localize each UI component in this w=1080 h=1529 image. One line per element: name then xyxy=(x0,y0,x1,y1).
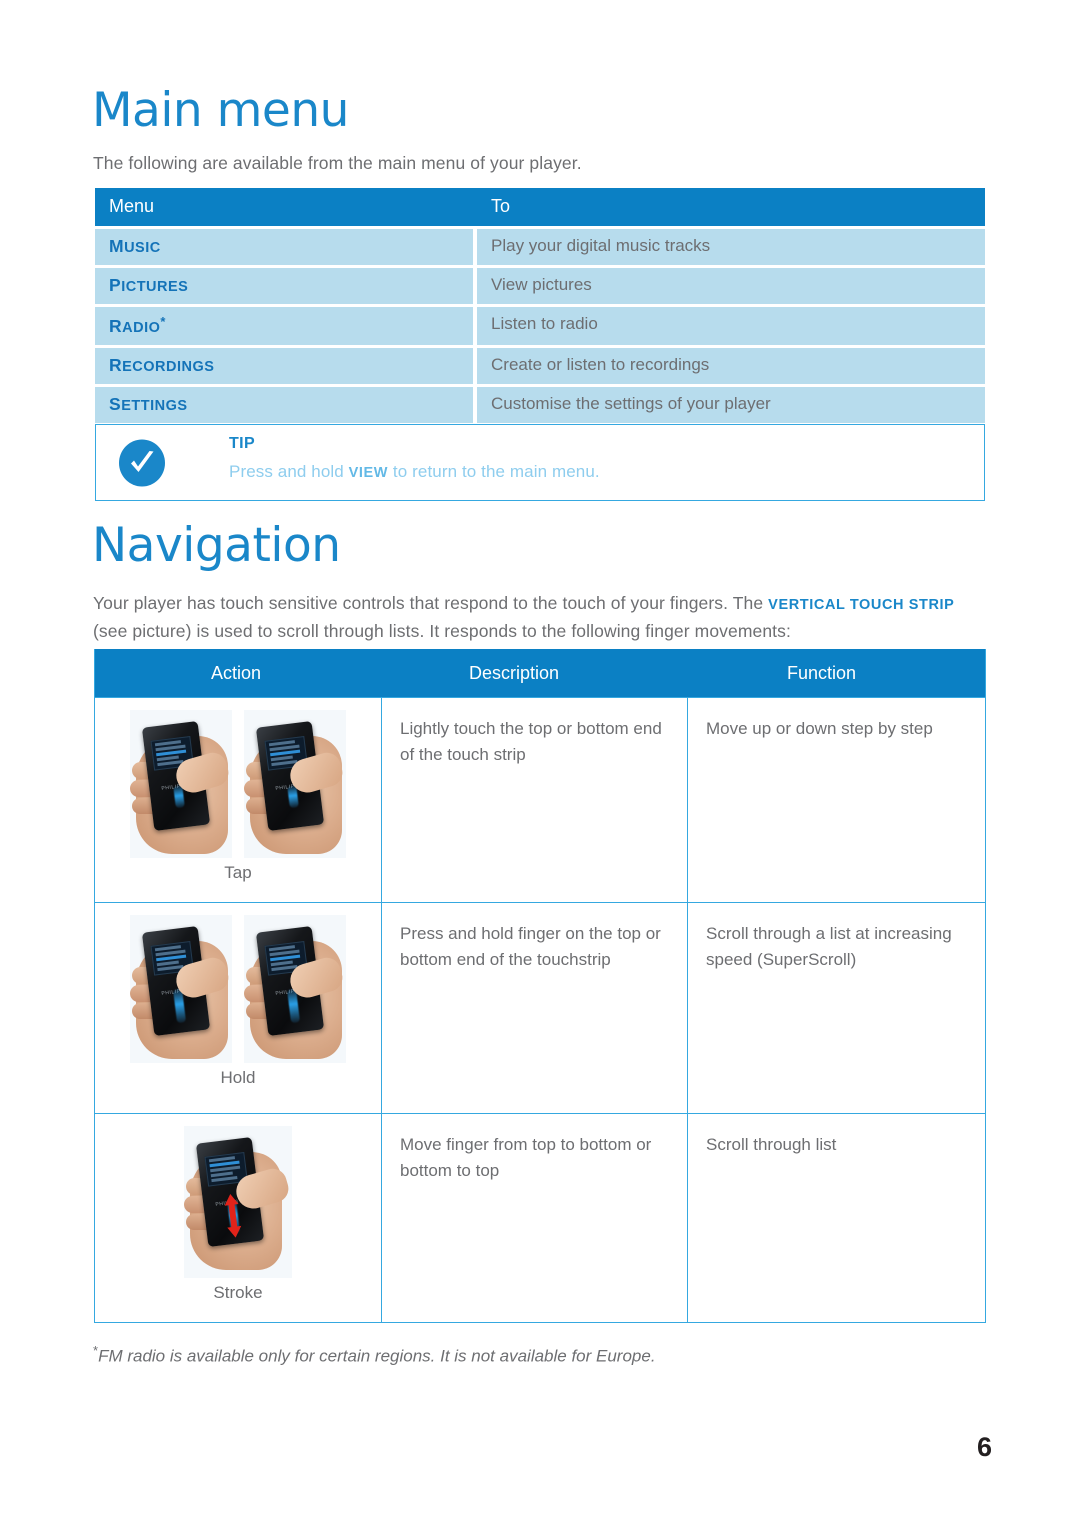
action-caption: Hold xyxy=(220,1068,256,1087)
menu-item-label: RECORDINGS xyxy=(109,354,215,375)
tip-text-before: Press and hold xyxy=(229,462,349,481)
tip-label: TIP xyxy=(229,435,256,452)
menu-description: Create or listen to recordings xyxy=(477,347,985,384)
table-row: PHILIPS xyxy=(95,902,985,1113)
menu-description: Customise the settings of your player xyxy=(477,386,985,423)
menu-item-recordings: RECORDINGS xyxy=(95,347,473,384)
check-circle-icon xyxy=(118,439,166,487)
page-number: 6 xyxy=(976,1432,992,1462)
action-description: Move finger from top to bottom or bottom… xyxy=(381,1114,687,1322)
device-photo-pair: PHILIPS xyxy=(95,903,381,1063)
column-header-action: Action xyxy=(211,662,262,683)
action-illustration-cell: PHILIPS xyxy=(95,698,381,902)
footnote: *FM radio is available only for certain … xyxy=(93,1343,656,1367)
action-function: Scroll through a list at increasing spee… xyxy=(687,903,985,1113)
action-function: Scroll through list xyxy=(687,1114,985,1322)
page-title-main-menu: Main menu xyxy=(92,83,349,138)
footnote-text: FM radio is available only for certain r… xyxy=(98,1346,656,1366)
tip-keyword-view: VIEW xyxy=(348,465,389,481)
page-title-navigation: Navigation xyxy=(92,518,341,573)
column-header-to: To xyxy=(491,196,511,216)
action-caption: Tap xyxy=(224,863,252,882)
nav-intro-after: (see picture) is used to scroll through … xyxy=(93,621,791,641)
action-caption: Stroke xyxy=(213,1283,263,1302)
manual-page: Main menu The following are available fr… xyxy=(0,0,1080,1529)
device-photo-stroke: PHILIPS xyxy=(184,1126,292,1278)
tip-body-text: Press and hold VIEW to return to the mai… xyxy=(229,462,600,482)
menu-item-label: RADIO* xyxy=(109,314,166,336)
nav-intro-keyword: VERTICAL TOUCH STRIP xyxy=(768,597,955,613)
menu-description: View pictures xyxy=(477,268,985,304)
column-header-description: Description xyxy=(469,662,560,683)
action-description: Lightly touch the top or bottom end of t… xyxy=(381,698,687,902)
menu-item-label: PICTURES xyxy=(109,275,189,295)
action-function: Move up or down step by step xyxy=(687,698,985,902)
menu-item-label: MUSIC xyxy=(109,236,161,256)
device-photo-tap-left: PHILIPS xyxy=(130,710,232,858)
main-menu-table: Menu To MUSIC Play your digital music tr… xyxy=(95,188,985,426)
device-photo-hold-right: PHILIPS xyxy=(244,915,346,1063)
action-illustration-cell: PHILIPS S xyxy=(95,1114,381,1322)
table-row: PHILIPS S xyxy=(95,1113,985,1322)
table-row: PICTURES View pictures xyxy=(95,268,985,304)
main-menu-intro-text: The following are available from the mai… xyxy=(93,153,582,173)
action-description: Press and hold finger on the top or bott… xyxy=(381,903,687,1113)
menu-item-pictures: PICTURES xyxy=(95,268,473,304)
table-row: PHILIPS xyxy=(95,697,985,902)
device-photo-hold-left: PHILIPS xyxy=(130,915,232,1063)
menu-item-label: SETTINGS xyxy=(109,393,188,414)
tip-text-container: TIP Press and hold VIEW to return to the… xyxy=(229,435,600,482)
menu-item-settings: SETTINGS xyxy=(95,386,473,423)
menu-description: Listen to radio xyxy=(477,307,985,345)
table-row: SETTINGS Customise the settings of your … xyxy=(95,386,985,423)
menu-item-music: MUSIC xyxy=(95,229,473,265)
tip-callout-box: TIP Press and hold VIEW to return to the… xyxy=(95,424,985,501)
column-header-menu: Menu xyxy=(109,196,155,216)
device-photo-pair: PHILIPS xyxy=(95,698,381,858)
table-row: MUSIC Play your digital music tracks xyxy=(95,229,985,265)
menu-item-radio: RADIO* xyxy=(95,307,473,345)
device-photo-single: PHILIPS xyxy=(95,1114,381,1278)
column-header-function: Function xyxy=(787,662,857,683)
menu-description: Play your digital music tracks xyxy=(477,229,985,265)
navigation-table: Action Description Function Tap Lightly … xyxy=(94,649,986,1323)
tip-text-after: to return to the main menu. xyxy=(388,462,600,481)
table-header-row: Action Description Function xyxy=(95,649,985,697)
table-header-row: Menu To xyxy=(95,188,985,226)
navigation-intro-text: Your player has touch sensitive controls… xyxy=(93,590,993,644)
nav-intro-before: Your player has touch sensitive controls… xyxy=(93,593,769,613)
action-illustration-cell: PHILIPS xyxy=(95,903,381,1113)
table-row: RECORDINGS Create or listen to recording… xyxy=(95,347,985,384)
device-photo-tap-right: PHILIPS xyxy=(244,710,346,858)
table-row: RADIO* Listen to radio xyxy=(95,307,985,345)
